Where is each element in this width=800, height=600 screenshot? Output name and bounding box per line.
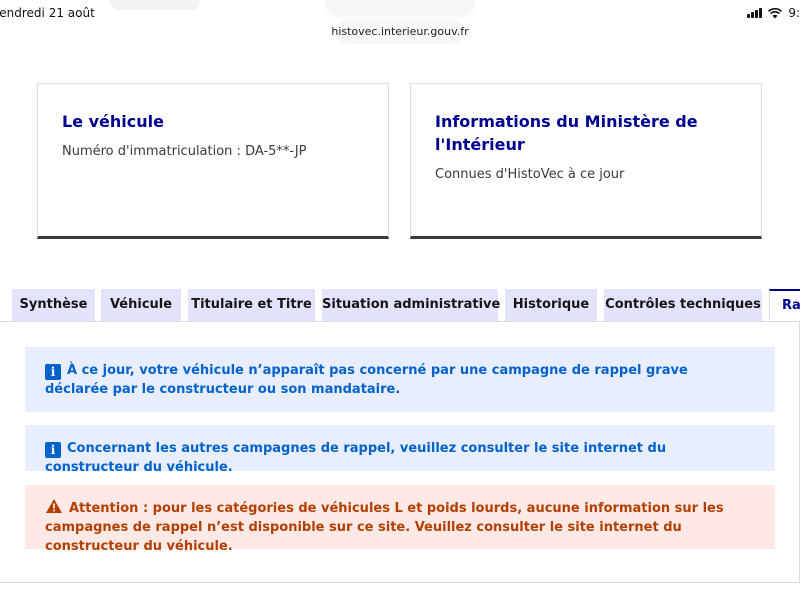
status-indicators: 9: — [747, 6, 800, 20]
tab-situation-administrative[interactable]: Situation administrative — [322, 289, 500, 321]
tab-synthese[interactable]: Synthèse — [12, 289, 95, 321]
faded-header-button — [326, 0, 474, 16]
ministry-card: Informations du Ministère de l'Intérieur… — [410, 83, 762, 239]
ministry-card-description: Connues d'HistoVec à ce jour — [435, 167, 625, 182]
cellular-signal-icon — [747, 8, 763, 18]
vehicle-card: Le véhicule Numéro d'immatriculation : D… — [37, 83, 389, 239]
ministry-card-title: Informations du Ministère de l'Intérieur — [435, 112, 698, 154]
status-time: 9: — [788, 6, 800, 20]
warning-icon — [46, 499, 62, 513]
info-alert-recall-grave-text: À ce jour, votre véhicule n’apparaît pas… — [45, 363, 688, 397]
info-alert-other-recalls: i Concernant les autres campagnes de rapp… — [25, 425, 775, 475]
tab-list: Synthèse Véhicule Titulaire et Titre Sit… — [0, 289, 800, 321]
warning-alert-text: Attention : pour les catégories de véhic… — [45, 501, 724, 554]
vehicle-card-plate: Numéro d'immatriculation : DA-5**-JP — [62, 144, 307, 159]
tab-titulaire-titre[interactable]: Titulaire et Titre — [188, 289, 315, 321]
tab-historique[interactable]: Historique — [505, 289, 597, 321]
warning-alert-categories: Attention : pour les catégories de véhic… — [25, 485, 775, 554]
vehicle-card-title: Le véhicule — [62, 112, 164, 131]
info-icon: i — [45, 442, 61, 458]
tab-rappels[interactable]: Rappels — [769, 289, 800, 321]
tab-controles-techniques[interactable]: Contrôles techniques — [604, 289, 762, 321]
tab-vehicule[interactable]: Véhicule — [101, 289, 181, 321]
info-alert-recall-grave: iÀ ce jour, votre véhicule n’apparaît pa… — [25, 347, 775, 412]
info-alert-other-recalls-text: Concernant les autres campagnes de rappe… — [45, 441, 667, 475]
info-icon: i — [45, 364, 61, 380]
address-bar-url: histovec.interieur.gouv.fr — [331, 25, 469, 38]
address-bar[interactable]: histovec.interieur.gouv.fr — [0, 25, 800, 38]
wifi-icon — [768, 7, 783, 18]
faded-header-element — [110, 0, 200, 10]
status-date: Vendredi 21 août — [0, 6, 95, 20]
